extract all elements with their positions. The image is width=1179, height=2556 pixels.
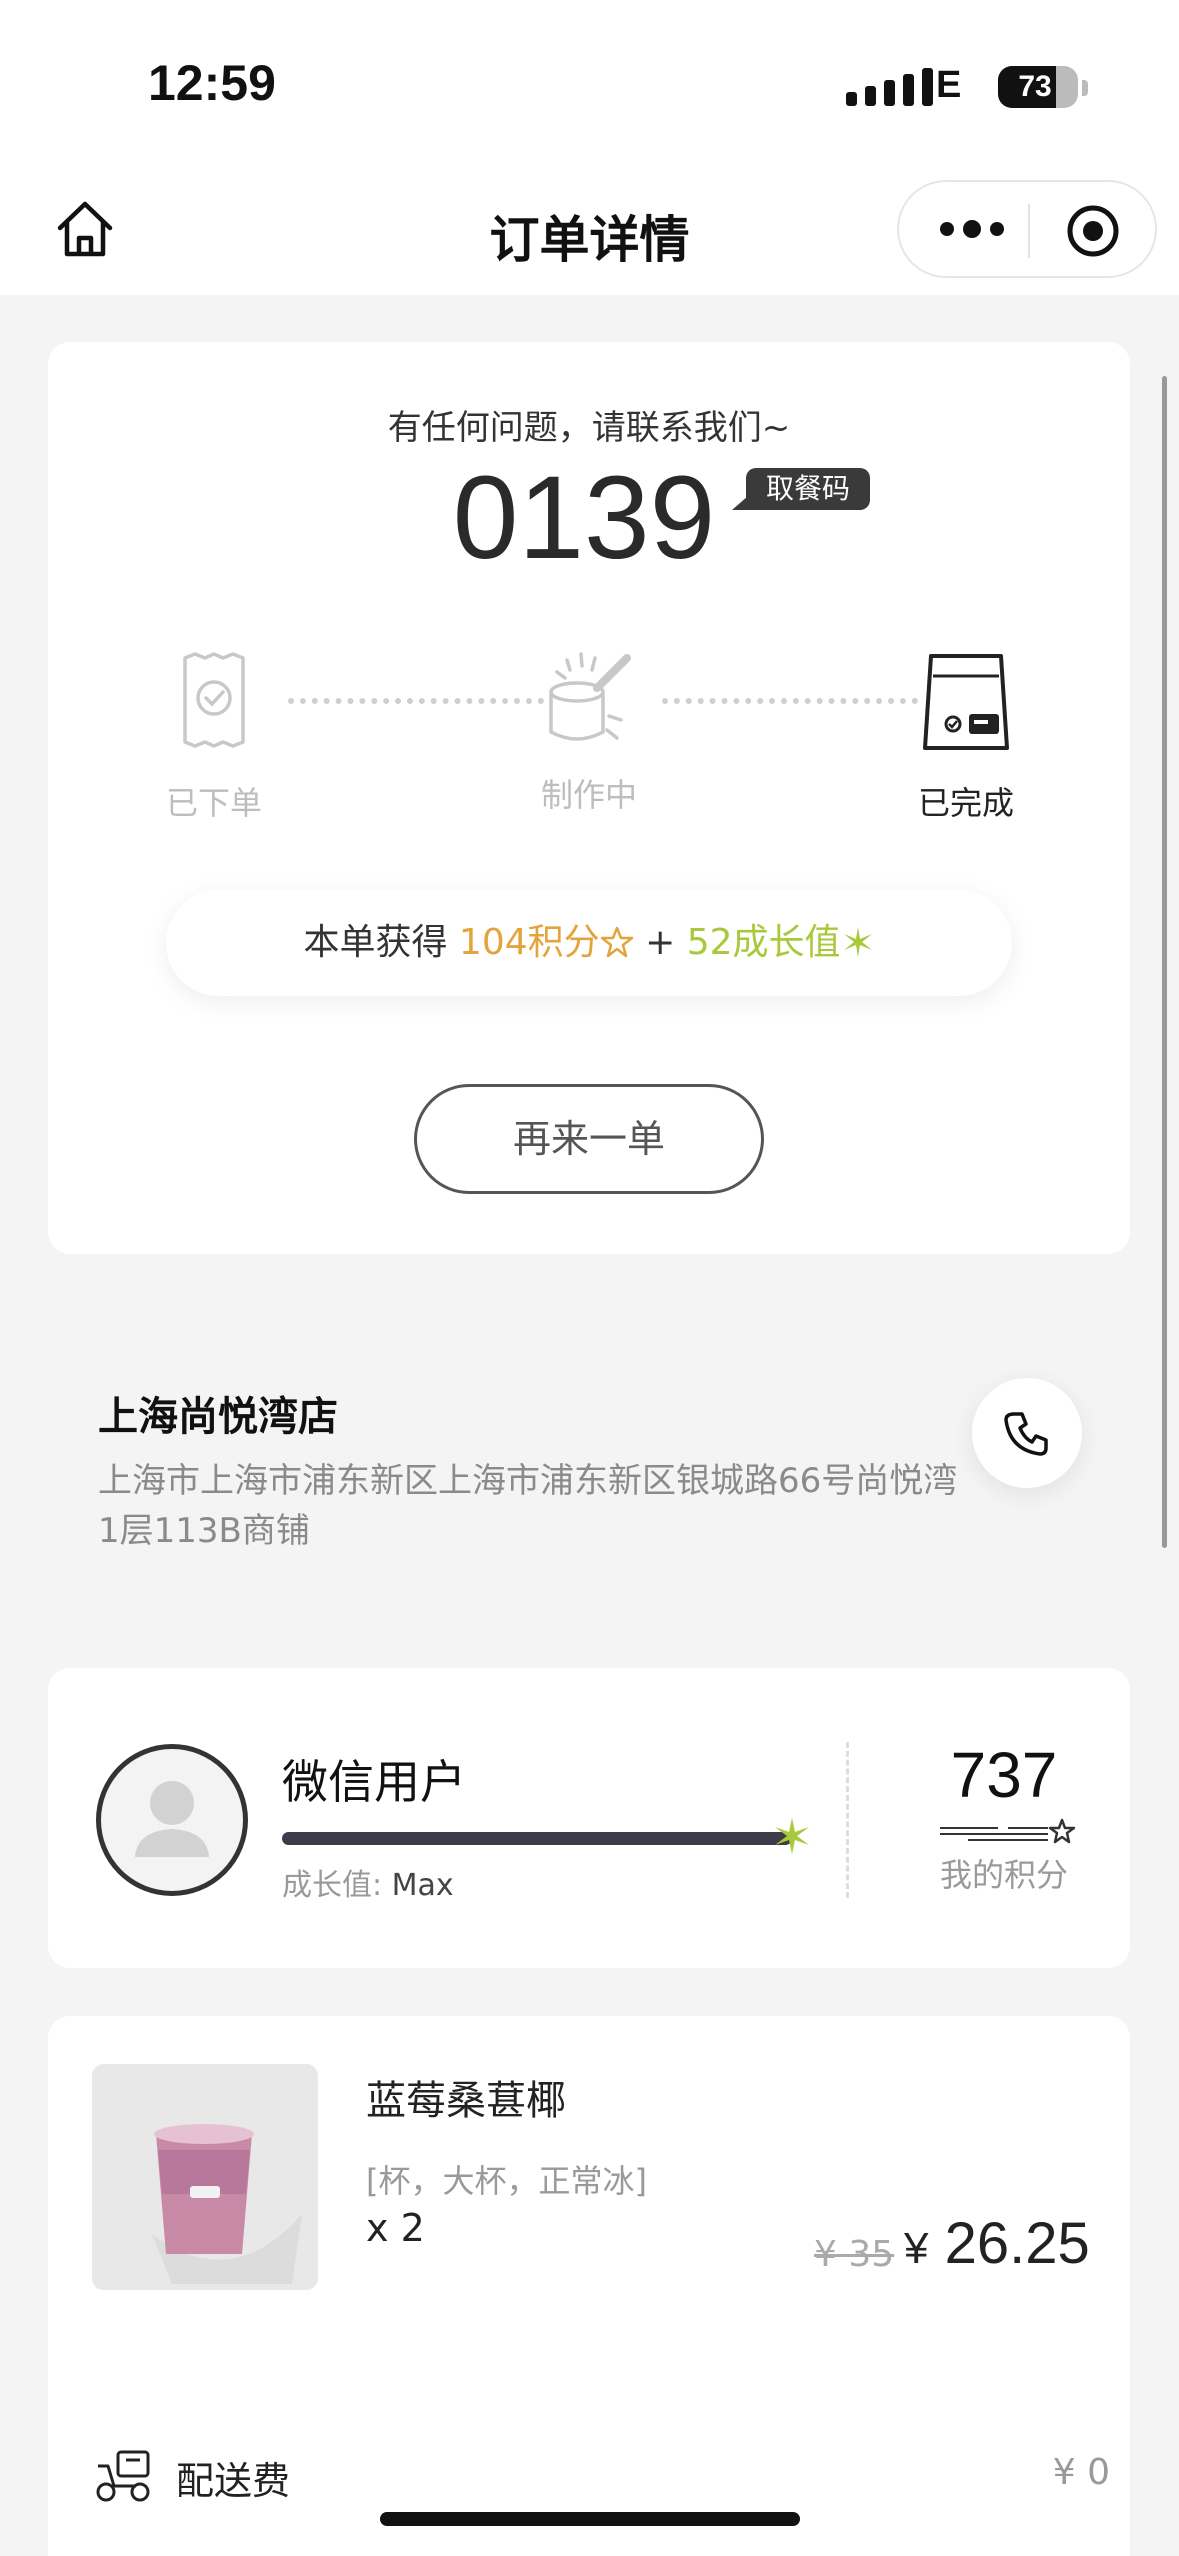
product-name: 蓝莓桑葚椰 [366,2078,566,2124]
order-status-card: 有任何问题，请联系我们~ 0139 取餐码 已下单 制作中 已完成 本单获得 1… [48,342,1130,1254]
signal-icon [846,68,933,106]
user-name: 微信用户 [282,1755,466,1809]
product-price: ¥ 26.25 [904,2210,1090,2277]
contact-hint: 有任何问题，请联系我们~ [387,408,791,448]
points-value[interactable]: 737 [904,1738,1104,1812]
price-currency: ¥ [904,2224,929,2273]
status-time: 12:59 [148,55,276,111]
pickup-code: 0139 [452,452,716,584]
step-ordered: 已下单 [124,652,304,824]
points-label: 我的积分 [939,1856,1068,1894]
growth-progress-bar [282,1832,792,1845]
reward-plus: + [633,922,687,963]
takeout-bag-icon [923,654,1009,750]
product-image [92,2064,318,2290]
store-address: 上海市上海市浦东新区上海市浦东新区银城路66号尚悦湾1层113B商铺 [98,1461,958,1551]
reward-points: 104积分 [458,922,600,963]
user-card-divider [846,1742,849,1898]
delivery-fee-label: 配送费 [176,2459,291,2503]
product-original-price: ¥ 35 [814,2234,895,2275]
close-mini-program-icon[interactable] [1066,204,1120,258]
reward-growth: 52成长值 [686,922,841,963]
star-icon [600,926,633,958]
home-indicator[interactable] [380,2512,800,2526]
capsule-divider [1028,204,1030,258]
battery-percent: 73 [1018,70,1052,103]
step-completed[interactable]: 已完成 [876,652,1056,824]
step-completed-label: 已完成 [917,784,1014,822]
product-spec: [杯，大杯，正常冰] [366,2162,647,2200]
reorder-button[interactable]: 再来一单 [414,1084,764,1194]
reward-prefix: 本单获得 [303,922,459,963]
step-making: 制作中 [499,648,679,816]
battery-tip [1082,80,1088,96]
receipt-icon [183,652,245,748]
sparkle-icon [843,927,872,957]
step-ordered-label: 已下单 [165,784,262,822]
step-making-label: 制作中 [540,776,637,814]
growth-label: 成长值: Max [282,1860,454,1904]
more-icon[interactable] [937,214,1007,244]
battery-icon: 73 [998,66,1078,108]
pickup-code-tag: 取餐码 [731,468,871,510]
growth-value: Max [391,1868,454,1903]
price-amount: 26.25 [944,2211,1090,2276]
order-items-card: 蓝莓桑葚椰 [杯，大杯，正常冰] x 2 ¥ 35 ¥ 26.25 配送费 ¥ … [48,2016,1130,2556]
delivery-scooter-icon [96,2450,150,2502]
scrollbar[interactable] [1162,376,1167,1548]
reward-summary: 本单获得 104积分 + 52成长值 [166,890,1012,996]
nav-bar: 订单详情 [0,170,1179,295]
product-quantity: x 2 [366,2206,425,2250]
call-store-button[interactable] [972,1378,1082,1488]
phone-icon [1004,1412,1048,1456]
points-star-icon [940,1818,1076,1844]
status-bar: 12:59 E 73 [0,0,1179,170]
growth-label-text: 成长值: [282,1868,383,1903]
user-placeholder-icon [135,1781,209,1857]
store-name: 上海尚悦湾店 [98,1394,338,1440]
network-type: E [936,64,962,106]
growth-sparkle-icon [775,1818,809,1854]
delivery-fee-value: ¥ 0 [1052,2452,1110,2493]
drink-cup-image [92,2064,318,2290]
avatar[interactable] [96,1744,248,1896]
mini-program-capsule [897,180,1157,278]
cooking-pot-icon [549,652,631,741]
user-card: 微信用户 成长值: Max 737 我的积分 [48,1668,1130,1968]
